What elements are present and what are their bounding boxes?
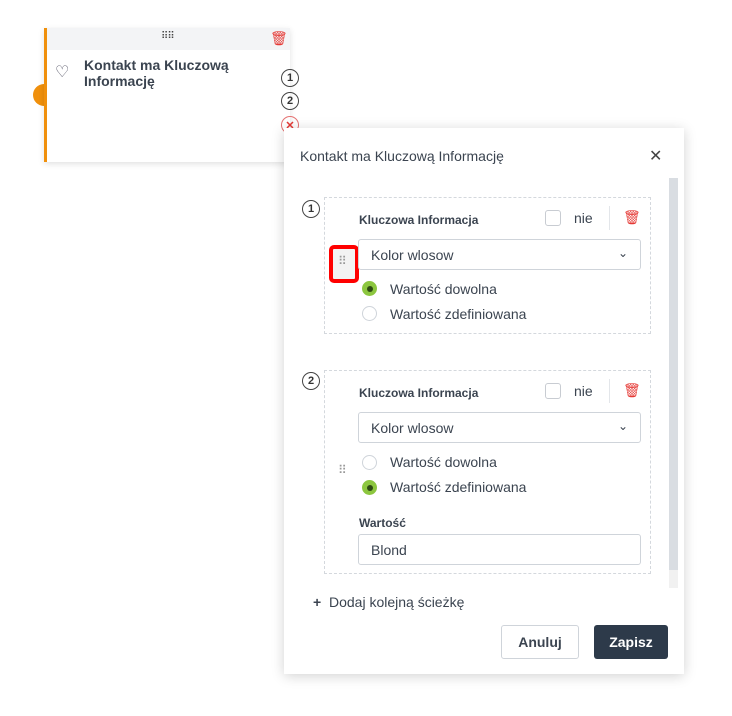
plus-icon: +: [313, 594, 322, 610]
key-info-icon: ♡: [55, 64, 70, 81]
key-info-label: Kluczowa Informacja: [359, 386, 479, 400]
chevron-down-icon: ⌄: [617, 419, 628, 433]
path-number: 1: [302, 200, 320, 218]
save-button[interactable]: Zapisz: [594, 625, 668, 659]
negate-label: nie: [574, 383, 593, 399]
cancel-button[interactable]: Anuluj: [501, 625, 579, 659]
output-2[interactable]: 2: [281, 92, 299, 110]
flow-node[interactable]: ⠿⠿ 🗑 ♡ Kontakt ma Kluczową Informację: [44, 28, 290, 162]
trash-icon[interactable]: 🗑: [270, 30, 288, 47]
modal-title: Kontakt ma Kluczową Informację: [300, 148, 504, 164]
trash-icon[interactable]: 🗑: [623, 209, 641, 226]
negate-label: nie: [574, 210, 593, 226]
add-path-button[interactable]: + Dodaj kolejną ścieżkę: [313, 594, 464, 610]
radio-label: Wartość zdefiniowana: [390, 479, 527, 495]
drag-handle-icon[interactable]: ⠿: [338, 255, 347, 267]
path-section-1: Kluczowa Informacja nie 🗑 ⠿ Kolor wlosow…: [324, 197, 651, 334]
chevron-down-icon: ⌄: [617, 246, 628, 260]
negate-checkbox[interactable]: [545, 383, 561, 399]
radio-defined-value[interactable]: [362, 306, 377, 321]
key-info-label: Kluczowa Informacja: [359, 213, 479, 227]
value-label: Wartość: [359, 516, 406, 530]
radio-label: Wartość dowolna: [390, 281, 497, 297]
radio-label: Wartość dowolna: [390, 454, 497, 470]
key-info-select[interactable]: Kolor wlosow ⌄: [358, 412, 641, 443]
close-icon[interactable]: ✕: [649, 146, 662, 166]
radio-any-value[interactable]: [362, 455, 377, 470]
radio-label: Wartość zdefiniowana: [390, 306, 527, 322]
negate-checkbox[interactable]: [545, 210, 561, 226]
key-info-select[interactable]: Kolor wlosow ⌄: [358, 239, 641, 270]
drag-handle-highlight[interactable]: ⠿: [329, 245, 359, 283]
output-1[interactable]: 1: [281, 69, 299, 87]
path-number: 2: [302, 372, 320, 390]
value-input[interactable]: Blond: [358, 534, 641, 565]
scrollbar[interactable]: [669, 178, 678, 588]
path-editor-modal: Kontakt ma Kluczową Informację ✕ 1 Klucz…: [284, 128, 684, 674]
trash-icon[interactable]: 🗑: [623, 382, 641, 399]
radio-any-value[interactable]: [362, 281, 377, 296]
drag-handle-icon[interactable]: ⠿: [338, 464, 347, 476]
node-title: Kontakt ma Kluczową Informację: [84, 57, 229, 89]
drag-handle-icon[interactable]: ⠿⠿: [161, 32, 175, 42]
radio-defined-value[interactable]: [362, 480, 377, 495]
path-section-2: Kluczowa Informacja nie 🗑 ⠿ Kolor wlosow…: [324, 370, 651, 574]
node-header[interactable]: ⠿⠿ 🗑: [47, 28, 290, 50]
